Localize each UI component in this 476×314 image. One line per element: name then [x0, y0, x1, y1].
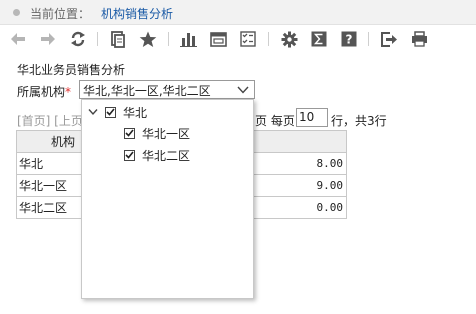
forward-arrow-icon[interactable] [38, 29, 58, 49]
tree-node-label[interactable]: 华北二区 [142, 147, 190, 164]
breadcrumb-label: 当前位置： [30, 7, 91, 21]
required-mark: * [65, 85, 72, 99]
org-label-text: 所属机构 [17, 85, 66, 99]
form-title: 华北业务员销售分析 [17, 63, 126, 77]
chevron-down-icon[interactable] [237, 84, 249, 98]
tree-node-child[interactable]: 华北一区 [124, 124, 190, 142]
tree-node-child[interactable]: 华北二区 [124, 146, 190, 164]
copy-icon[interactable] [108, 29, 128, 49]
tree-checkbox-child[interactable] [124, 149, 135, 161]
breadcrumb: 当前位置： 机构销售分析 [0, 0, 476, 25]
org-select-value: 华北,华北一区,华北二区 [83, 84, 211, 98]
breadcrumb-dot-icon [13, 9, 20, 16]
favorite-star-icon[interactable] [138, 29, 158, 49]
back-arrow-icon[interactable] [8, 29, 28, 49]
page-size-input[interactable]: 10 [296, 108, 328, 127]
collapse-chevron-icon[interactable] [87, 106, 99, 118]
breadcrumb-current-page[interactable]: 机构销售分析 [101, 5, 173, 22]
tree-checkbox-root[interactable] [105, 106, 116, 118]
sum-icon[interactable] [309, 29, 329, 49]
tree-node-root[interactable]: 华北 [87, 103, 147, 121]
org-select[interactable]: 华北,华北一区,华北二区 [79, 80, 255, 99]
bar-chart-icon[interactable] [178, 29, 198, 49]
checklist-icon[interactable] [238, 29, 258, 49]
exit-icon[interactable] [379, 29, 399, 49]
pager-total: 行，共3行 [331, 114, 387, 128]
pager-per-page-label: 页 每页 [255, 114, 295, 128]
refresh-icon[interactable] [68, 29, 88, 49]
tree-node-label[interactable]: 华北一区 [142, 125, 190, 142]
pager-nav[interactable]: [首页] [上页 [17, 112, 83, 129]
svg-text:?: ? [346, 33, 353, 47]
org-label: 所属机构* [17, 83, 71, 100]
settings-gear-icon[interactable] [279, 29, 299, 49]
toolbar: ? [0, 25, 476, 53]
window-icon[interactable] [208, 29, 228, 49]
print-icon[interactable] [409, 29, 429, 49]
org-tree-dropdown: 华北 华北一区 华北二区 [81, 99, 254, 299]
help-icon[interactable]: ? [339, 29, 359, 49]
tree-checkbox-child[interactable] [124, 127, 135, 139]
tree-node-label[interactable]: 华北 [123, 104, 147, 121]
